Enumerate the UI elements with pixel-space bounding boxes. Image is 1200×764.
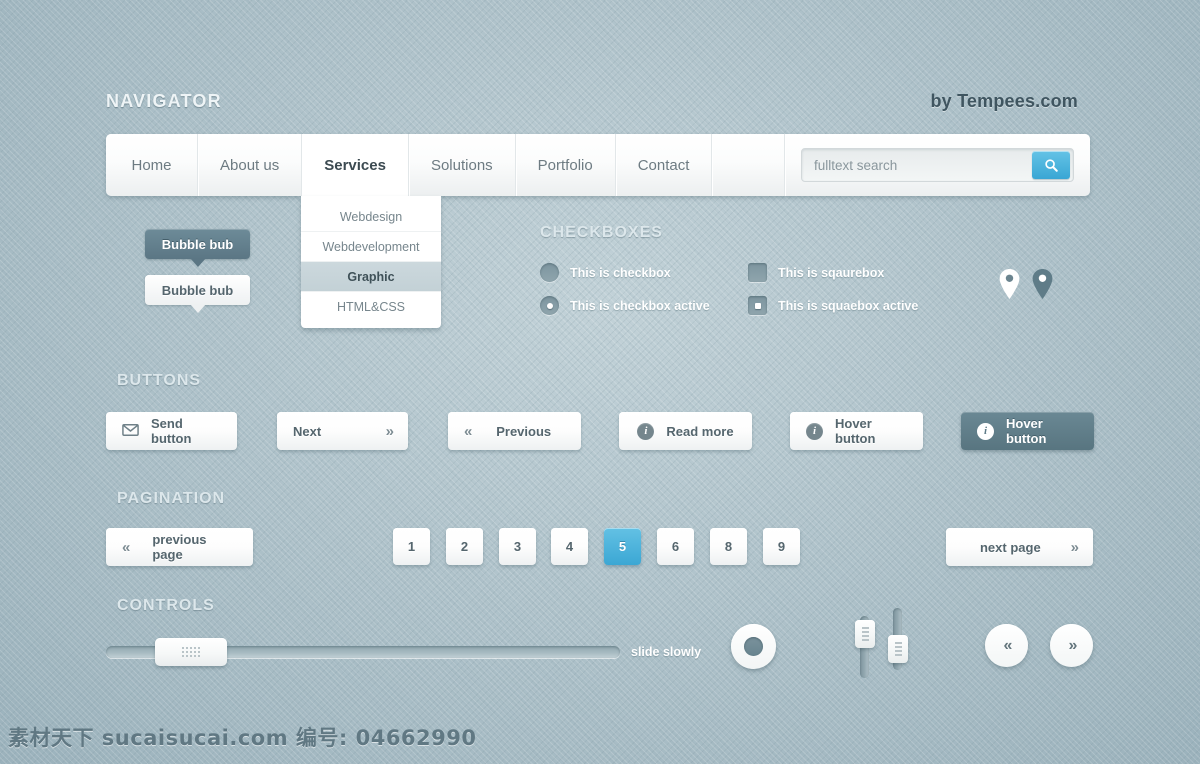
nav-item-portfolio[interactable]: Portfolio — [516, 134, 616, 196]
dropdown-item-html-css[interactable]: HTML&CSS — [301, 292, 441, 322]
checkbox-square-checked-icon[interactable] — [748, 296, 767, 315]
page-button-8[interactable]: 8 — [710, 528, 747, 565]
hover-button-light[interactable]: i Hover button — [790, 412, 923, 450]
chevron-double-left-icon: « — [122, 538, 130, 556]
slider-label: slide slowly — [631, 645, 702, 659]
checkbox-row-circle-unchecked[interactable]: This is checkbox — [540, 263, 671, 282]
page-button-4[interactable]: 4 — [551, 528, 588, 565]
watermark-text: 素材天下 sucaisucai.com 编号: 04662990 — [8, 726, 477, 750]
nav-item-solutions[interactable]: Solutions — [409, 134, 516, 196]
chevron-double-left-icon: « — [464, 422, 472, 440]
search-area — [784, 134, 1090, 196]
search-button[interactable] — [1032, 151, 1070, 179]
navigation-bar: Home About us Services Solutions Portfol… — [106, 134, 1090, 196]
page-title: NAVIGATOR — [106, 91, 222, 111]
hover-button-light-label: Hover button — [835, 416, 876, 446]
page-button-2[interactable]: 2 — [446, 528, 483, 565]
services-dropdown-menu: Webdesign Webdevelopment Graphic HTML&CS… — [301, 196, 441, 328]
round-previous-button[interactable]: « — [985, 624, 1028, 667]
section-title-checkboxes: CHECKBOXES — [540, 224, 663, 241]
checkbox-row-square-checked[interactable]: This is squaebox active — [748, 296, 918, 315]
checkbox-row-square-unchecked[interactable]: This is sqaurebox — [748, 263, 884, 282]
info-icon: i — [806, 422, 823, 440]
checkbox-dot — [754, 302, 761, 309]
hover-button-dark[interactable]: i Hover button — [961, 412, 1094, 450]
info-icon: i — [977, 422, 994, 440]
map-pin-dark-icon[interactable] — [1031, 268, 1054, 300]
ui-kit-canvas: NAVIGATOR by Tempees.com Home About us S… — [0, 0, 1200, 764]
dial-core-icon — [744, 637, 763, 656]
grip-icon — [861, 627, 869, 641]
previous-page-button[interactable]: « previous page — [106, 528, 253, 566]
section-title-controls: CONTROLS — [117, 597, 215, 614]
send-button-label: Send button — [151, 416, 192, 446]
page-button-9[interactable]: 9 — [763, 528, 800, 565]
credit-label: by Tempees.com — [930, 91, 1078, 111]
nav-links: Home About us Services Solutions Portfol… — [106, 134, 713, 196]
section-title-buttons: BUTTONS — [117, 372, 202, 389]
map-pin-light-icon[interactable] — [998, 268, 1021, 300]
tooltip-bubble-light: Bubble bub — [145, 275, 250, 313]
previous-page-label: previous page — [152, 532, 207, 562]
hover-button-dark-label: Hover button — [1006, 416, 1047, 446]
section-title-pagination: PAGINATION — [117, 490, 226, 507]
read-more-button-label: Read more — [666, 423, 734, 439]
checkbox-dot — [546, 302, 553, 309]
next-button[interactable]: Next » — [277, 412, 408, 450]
chevron-double-right-icon: » — [385, 422, 394, 440]
horizontal-slider-handle[interactable] — [155, 638, 227, 666]
next-button-label: Next — [293, 423, 322, 439]
search-box — [801, 148, 1074, 182]
search-icon — [1044, 158, 1059, 173]
grip-icon — [894, 642, 902, 656]
dial-knob[interactable] — [731, 624, 776, 669]
dropdown-item-graphic[interactable]: Graphic — [301, 262, 441, 292]
page-button-3[interactable]: 3 — [499, 528, 536, 565]
checkbox-square-icon[interactable] — [748, 263, 767, 282]
chevron-double-right-icon: » — [1070, 538, 1079, 556]
vertical-slider-handle-right[interactable] — [888, 635, 908, 663]
nav-item-home[interactable]: Home — [106, 134, 198, 196]
info-icon: i — [637, 422, 655, 440]
checkbox-circle-icon[interactable] — [540, 263, 559, 282]
checkbox-label: This is sqaurebox — [778, 265, 885, 280]
send-button[interactable]: Send button — [106, 412, 237, 450]
checkbox-label: This is checkbox active — [570, 298, 710, 313]
checkbox-label: This is squaebox active — [778, 298, 919, 313]
previous-button[interactable]: « Previous — [448, 412, 581, 450]
next-page-button[interactable]: next page » — [946, 528, 1093, 566]
vertical-slider-handle-left[interactable] — [855, 620, 875, 648]
tooltip-bubble-dark: Bubble bub — [145, 229, 250, 267]
dropdown-item-webdesign[interactable]: Webdesign — [301, 202, 441, 232]
page-button-5-active[interactable]: 5 — [604, 528, 641, 565]
checkbox-row-circle-checked[interactable]: This is checkbox active — [540, 296, 710, 315]
search-input[interactable] — [802, 157, 1032, 173]
round-next-button[interactable]: » — [1050, 624, 1093, 667]
mail-icon — [122, 423, 139, 439]
nav-item-services[interactable]: Services — [302, 134, 409, 196]
page-button-6[interactable]: 6 — [657, 528, 694, 565]
read-more-button[interactable]: i Read more — [619, 412, 752, 450]
previous-button-label: Previous — [496, 423, 552, 439]
grip-icon — [182, 647, 200, 657]
nav-item-about-us[interactable]: About us — [198, 134, 303, 196]
next-page-label: next page — [979, 539, 1041, 555]
checkbox-circle-checked-icon[interactable] — [540, 296, 559, 315]
page-button-1[interactable]: 1 — [393, 528, 430, 565]
nav-item-contact[interactable]: Contact — [616, 134, 713, 196]
checkbox-label: This is checkbox — [570, 265, 671, 280]
dropdown-item-webdevelopment[interactable]: Webdevelopment — [301, 232, 441, 262]
